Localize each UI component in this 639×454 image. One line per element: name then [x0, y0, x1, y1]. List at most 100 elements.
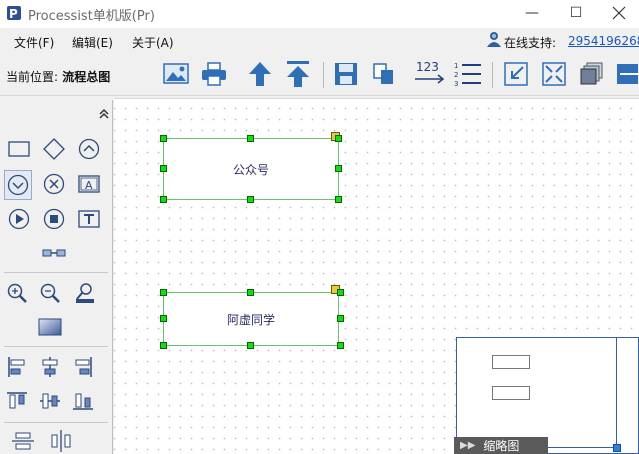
toolbar-more-button[interactable]: [612, 58, 639, 90]
link-icon: [42, 249, 66, 257]
resize-handle[interactable]: [335, 196, 342, 203]
numbering-arrow-icon: 123: [415, 60, 445, 84]
layers-icon: [580, 62, 603, 85]
resize-handle[interactable]: [337, 289, 344, 296]
stop-tool[interactable]: [41, 206, 67, 232]
layers-button[interactable]: [576, 58, 608, 90]
align-middle-tool[interactable]: [37, 388, 63, 414]
text-box-icon: [78, 210, 100, 228]
circle-up-tool[interactable]: [76, 136, 102, 162]
resize-handle[interactable]: [160, 196, 167, 203]
align-center-tool[interactable]: [37, 354, 63, 380]
minimap-resize-handle[interactable]: [613, 444, 621, 452]
fill-color-tool[interactable]: [37, 314, 63, 340]
rectangle-icon: [8, 141, 30, 157]
palette-separator: [4, 272, 108, 273]
resize-handle[interactable]: [337, 315, 344, 322]
menu-about[interactable]: 关于(A): [132, 34, 174, 51]
align-left-icon: [8, 357, 25, 377]
connector-tool[interactable]: [41, 240, 67, 266]
export-image-button[interactable]: [160, 58, 192, 90]
node-label: 公众号: [232, 162, 269, 177]
zoom-in-tool[interactable]: [4, 280, 30, 306]
resize-handle[interactable]: [160, 315, 167, 322]
diamond-tool[interactable]: [41, 136, 67, 162]
svg-text:P: P: [9, 7, 18, 21]
window-title: Processist单机版(Pr): [28, 9, 155, 24]
save-button[interactable]: [330, 58, 362, 90]
collapse-up-icon[interactable]: [98, 108, 110, 120]
align-middle-icon: [40, 393, 60, 409]
align-left-tool[interactable]: [4, 354, 30, 380]
distribute-horizontal-tool[interactable]: [48, 428, 74, 454]
svg-text:2: 2: [454, 71, 458, 79]
text-frame-icon: A: [78, 175, 100, 193]
numbered-list-button[interactable]: 1 2 3: [452, 58, 484, 90]
distribute-vertical-tool[interactable]: [10, 428, 36, 454]
minimap-viewport[interactable]: [457, 338, 617, 448]
align-bottom-tool[interactable]: [70, 388, 96, 414]
circle-down-tool[interactable]: [4, 170, 32, 200]
play-tool[interactable]: [6, 206, 32, 232]
resize-handle[interactable]: [247, 289, 254, 296]
copy-button[interactable]: [368, 58, 400, 90]
align-right-icon: [75, 357, 92, 377]
chevron-up-circle-icon: [78, 138, 100, 160]
resize-handle[interactable]: [160, 289, 167, 296]
location-value: 流程总图: [62, 70, 111, 84]
resize-handle[interactable]: [335, 135, 342, 142]
flow-node[interactable]: 阿虚同学: [163, 292, 339, 346]
gradient-fill-icon: [38, 318, 62, 336]
resize-handle[interactable]: [247, 135, 254, 142]
menu-file[interactable]: 文件(F): [14, 34, 54, 51]
menu-edit[interactable]: 编辑(E): [72, 34, 113, 51]
minimap-title-bar[interactable]: ▶▶ 缩略图: [454, 437, 548, 454]
resize-handle[interactable]: [247, 196, 254, 203]
circle-x-icon: [43, 173, 65, 195]
shrink-button[interactable]: [500, 58, 532, 90]
image-icon: [163, 63, 189, 84]
minimize-button[interactable]: —: [522, 4, 542, 22]
node-label: 阿虚同学: [226, 312, 275, 327]
stop-circle-icon: [43, 208, 65, 230]
arrow-to-top-icon: [287, 61, 309, 87]
rectangle-tool[interactable]: [6, 136, 32, 162]
numbering-button[interactable]: 123: [412, 58, 448, 90]
minimap-node: [492, 355, 530, 369]
play-circle-icon: [8, 208, 30, 230]
close-icon[interactable]: [612, 6, 626, 20]
support-label: 在线支持:: [504, 36, 557, 50]
shape-palette: A: [0, 100, 113, 454]
zoom-reset-tool[interactable]: [72, 280, 98, 306]
text-frame-tool[interactable]: A: [76, 171, 102, 197]
maximize-button[interactable]: ☐: [566, 4, 586, 22]
printer-icon: [202, 62, 226, 86]
support-user-icon: [487, 32, 501, 47]
fit-screen-button[interactable]: [538, 58, 570, 90]
zoom-out-tool[interactable]: [37, 280, 63, 306]
numbered-list-icon: 1 2 3: [454, 62, 481, 88]
circle-x-tool[interactable]: [41, 171, 67, 197]
move-top-button[interactable]: [282, 58, 314, 90]
flow-node[interactable]: 公众号: [163, 138, 339, 200]
resize-handle[interactable]: [247, 342, 254, 349]
text-tool[interactable]: [76, 206, 102, 232]
move-up-button[interactable]: [244, 58, 276, 90]
resize-handle[interactable]: [337, 342, 344, 349]
numbering-text: 123: [416, 60, 439, 74]
align-top-tool[interactable]: [4, 388, 30, 414]
resize-handle[interactable]: [160, 342, 167, 349]
print-button[interactable]: [198, 58, 230, 90]
align-right-tool[interactable]: [70, 354, 96, 380]
distribute-horizontal-icon: [51, 430, 71, 452]
resize-handle[interactable]: [160, 135, 167, 142]
align-center-icon: [42, 357, 58, 377]
support-contact-link[interactable]: 2954196268: [568, 34, 639, 48]
resize-handle[interactable]: [335, 165, 342, 172]
minimap-node: [492, 386, 530, 400]
resize-handle[interactable]: [160, 165, 167, 172]
double-arrow-icon: ▶▶: [460, 440, 476, 451]
align-bottom-icon: [73, 393, 93, 410]
zoom-out-icon: [40, 283, 60, 303]
chevron-down-circle-icon: [7, 174, 29, 196]
